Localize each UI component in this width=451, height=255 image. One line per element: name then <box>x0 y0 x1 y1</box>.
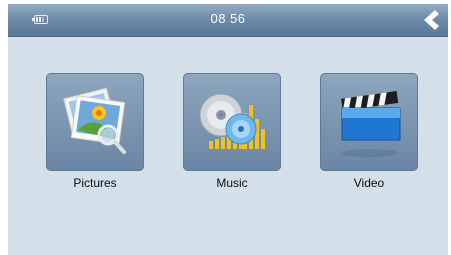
video-label[interactable]: Video <box>320 176 418 190</box>
back-button[interactable] <box>418 7 444 33</box>
media-menu-screen: 08 56 Pictures Music Video <box>8 4 448 255</box>
pictures-label[interactable]: Pictures <box>46 176 144 190</box>
pictures-icon <box>63 87 126 154</box>
music-icon <box>199 93 265 149</box>
pictures-tile[interactable] <box>46 73 144 171</box>
clock-time: 08 56 <box>210 11 246 26</box>
status-bar: 08 56 <box>8 4 448 37</box>
music-label[interactable]: Music <box>183 176 281 190</box>
music-tile[interactable] <box>183 73 281 171</box>
video-tile[interactable] <box>320 73 418 171</box>
video-icon <box>341 91 401 157</box>
back-arrow-icon <box>424 10 439 30</box>
